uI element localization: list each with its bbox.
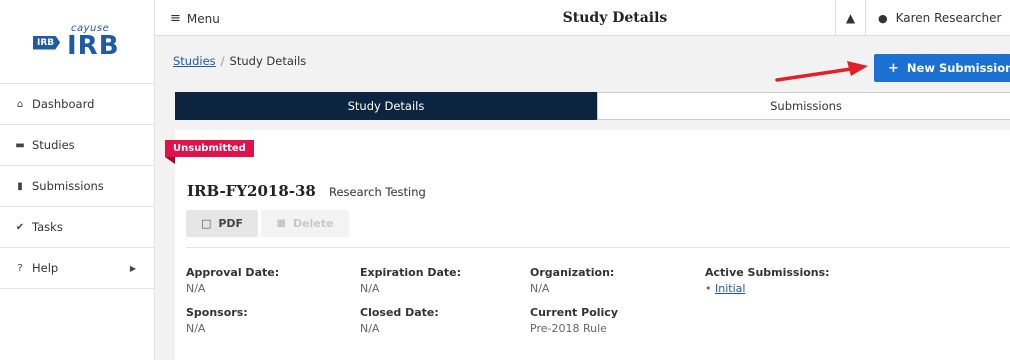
sidebar-item-tasks[interactable]: ✔ Tasks xyxy=(0,207,154,248)
pdf-button[interactable]: □ PDF xyxy=(186,210,258,237)
new-submission-label: New Submission xyxy=(906,61,1010,75)
study-id: IRB-FY2018-38 xyxy=(187,182,316,200)
sponsors-field: Sponsors: N/A xyxy=(186,306,248,335)
logo-tag: IRB xyxy=(33,35,61,50)
hamburger-icon: ≡ xyxy=(170,11,181,26)
study-title: Research Testing xyxy=(329,185,426,199)
question-icon: ? xyxy=(17,262,23,274)
field-label: Expiration Date: xyxy=(360,266,462,279)
menu-label: Menu xyxy=(186,11,220,26)
annotation-arrow xyxy=(775,61,868,82)
field-value: N/A xyxy=(530,282,550,295)
document-icon: ▮ xyxy=(17,180,23,192)
sidebar-item-label: Dashboard xyxy=(32,97,95,111)
field-value: N/A xyxy=(186,322,206,335)
page-title: Study Details xyxy=(562,10,668,26)
breadcrumb-current: Study Details xyxy=(229,54,307,68)
delete-label: Delete xyxy=(292,217,334,230)
folder-icon: ▬ xyxy=(15,139,25,151)
initial-submission-link[interactable]: Initial xyxy=(715,282,745,295)
user-name: Karen Researcher xyxy=(895,11,1002,25)
user-menu[interactable]: ● Karen Researcher xyxy=(866,0,1001,36)
field-value: N/A xyxy=(360,322,380,335)
trash-icon: ■ xyxy=(276,218,286,229)
field-label: Active Submissions: xyxy=(705,266,830,279)
delete-button[interactable]: ■ Delete xyxy=(261,210,349,237)
checkmark-icon: ✔ xyxy=(15,221,25,233)
sidebar-item-label: Studies xyxy=(32,138,75,152)
tab-submissions[interactable]: Submissions xyxy=(597,92,1010,120)
sidebar: cayuse IRB IRB ⌂ Dashboard ▬ Studies ▮ S… xyxy=(0,0,155,360)
breadcrumb-link-studies[interactable]: Studies xyxy=(173,54,216,68)
expiration-date-field: Expiration Date: N/A xyxy=(360,266,461,295)
sidebar-item-help[interactable]: ? Help ▶ xyxy=(0,248,154,289)
home-icon: ⌂ xyxy=(16,98,24,110)
sidebar-item-dashboard[interactable]: ⌂ Dashboard xyxy=(0,84,154,125)
sidebar-item-label: Submissions xyxy=(32,179,104,193)
closed-date-field: Closed Date: N/A xyxy=(360,306,439,335)
current-policy-field: Current Policy Pre-2018 Rule xyxy=(530,306,618,335)
active-submission-item: • Initial xyxy=(705,282,746,295)
logo-big-text: IRB xyxy=(67,30,120,61)
active-submissions-field: Active Submissions: • Initial xyxy=(705,266,830,295)
notifications-button[interactable]: ▲ xyxy=(835,0,866,36)
approval-date-field: Approval Date: N/A xyxy=(186,266,279,295)
sidebar-item-label: Tasks xyxy=(32,220,63,234)
divider xyxy=(186,247,1010,248)
topbar: ≡ Menu Study Details ▲ ● Karen Researche… xyxy=(155,0,1010,36)
sidebar-item-submissions[interactable]: ▮ Submissions xyxy=(0,166,154,207)
bell-icon: ▲ xyxy=(845,11,856,25)
pdf-label: PDF xyxy=(218,217,244,230)
status-badge: Unsubmitted xyxy=(165,140,254,164)
breadcrumb-separator: / xyxy=(220,54,225,68)
tab-bar: Study Details Submissions xyxy=(175,92,1010,120)
new-submission-button[interactable]: + New Submission xyxy=(874,54,1010,82)
tab-study-details[interactable]: Study Details xyxy=(175,92,597,120)
field-label: Organization: xyxy=(530,266,615,279)
breadcrumb: Studies / Study Details xyxy=(173,54,306,68)
main-content: Studies / Study Details + New Submission S… xyxy=(155,36,1010,360)
file-pdf-icon: □ xyxy=(200,217,212,230)
field-value: N/A xyxy=(360,282,380,295)
field-label: Approval Date: xyxy=(186,266,280,279)
sidebar-item-studies[interactable]: ▬ Studies xyxy=(0,125,154,166)
study-card: Unsubmitted IRB-FY2018-38 Research Testi… xyxy=(165,130,1010,360)
plus-icon: + xyxy=(888,60,899,76)
sidebar-item-label: Help xyxy=(32,261,59,275)
field-label: Sponsors: xyxy=(186,306,248,319)
user-icon: ● xyxy=(878,11,888,25)
field-value: N/A xyxy=(186,282,206,295)
field-label: Current Policy xyxy=(530,306,618,319)
field-value: Pre-2018 Rule xyxy=(530,322,607,335)
chevron-right-icon: ▶ xyxy=(129,263,136,273)
field-label: Closed Date: xyxy=(360,306,439,319)
organization-field: Organization: N/A xyxy=(530,266,614,295)
logo[interactable]: cayuse IRB IRB xyxy=(0,0,154,84)
menu-button[interactable]: ≡ Menu xyxy=(170,11,220,26)
